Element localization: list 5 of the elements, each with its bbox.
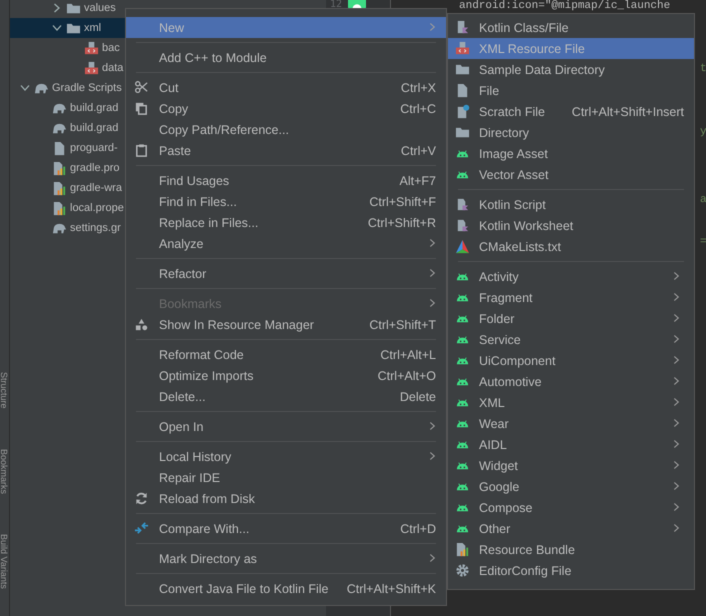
- code-fragment: a: [700, 193, 706, 207]
- code-fragment: t: [700, 62, 706, 76]
- code-line: android:icon="@mipmap/ic_launche: [459, 0, 670, 12]
- code-fragment: =: [700, 235, 706, 249]
- code-fragment: y: [700, 125, 706, 139]
